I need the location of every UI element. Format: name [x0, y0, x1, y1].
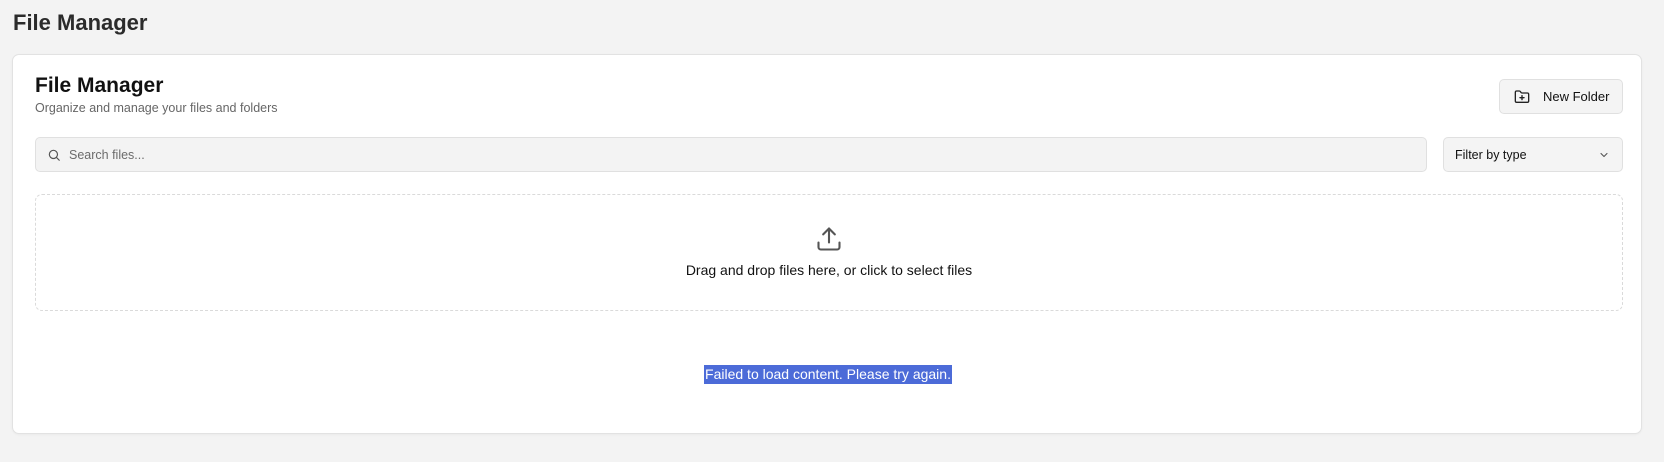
- search-icon: [47, 148, 61, 162]
- folder-plus-icon: [1514, 89, 1530, 105]
- file-dropzone[interactable]: Drag and drop files here, or click to se…: [35, 194, 1623, 311]
- search-bar: [35, 137, 1427, 172]
- new-folder-button[interactable]: New Folder: [1499, 79, 1623, 114]
- card-subtitle: Organize and manage your files and folde…: [35, 101, 278, 115]
- dropzone-text: Drag and drop files here, or click to se…: [685, 262, 973, 278]
- upload-icon: [815, 225, 843, 253]
- page-title: File Manager: [13, 10, 148, 35]
- filter-type-select[interactable]: Filter by type: [1443, 137, 1623, 172]
- error-container: Failed to load content. Please try again…: [13, 365, 1643, 384]
- file-manager-card: File Manager Organize and manage your fi…: [12, 54, 1642, 434]
- new-folder-label: New Folder: [1543, 89, 1610, 104]
- chevron-down-icon: [1598, 149, 1610, 161]
- filter-type-value: Filter by type: [1455, 147, 1527, 162]
- error-message: Failed to load content. Please try again…: [704, 365, 952, 384]
- card-title: File Manager: [35, 74, 164, 97]
- search-input[interactable]: [69, 138, 1426, 171]
